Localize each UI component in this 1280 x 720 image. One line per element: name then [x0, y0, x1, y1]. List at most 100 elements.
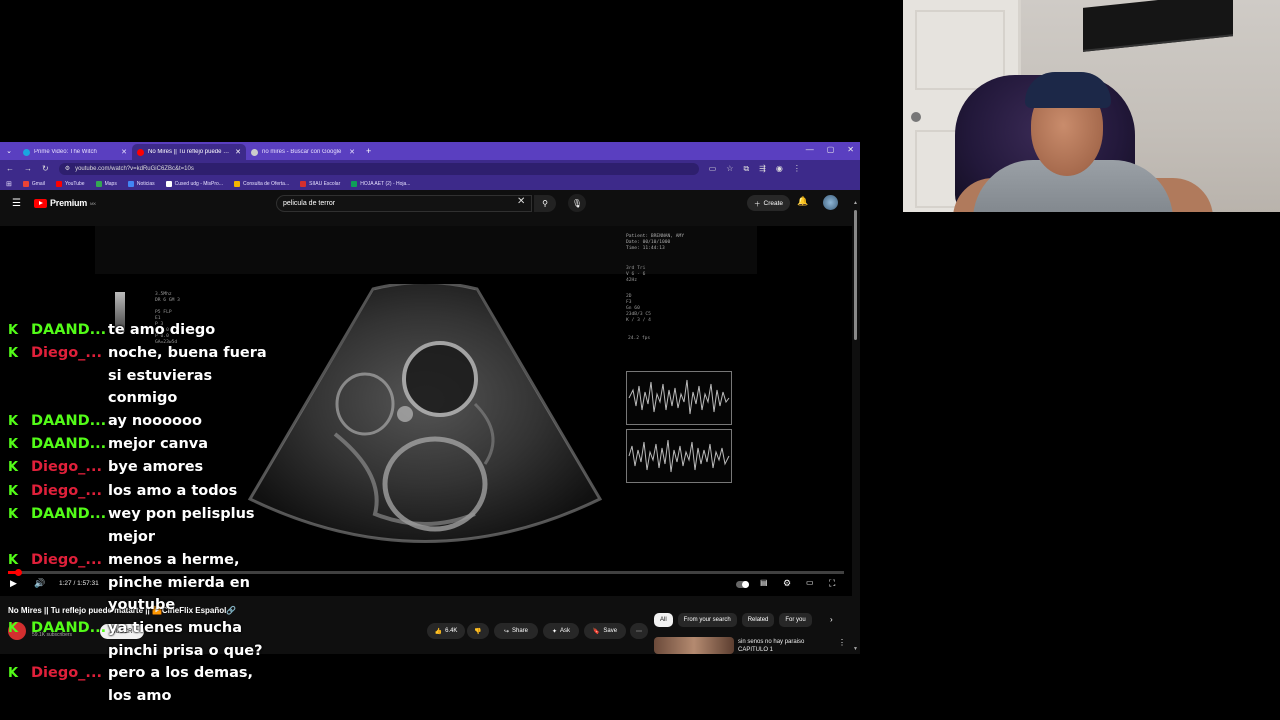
- more-vert-icon[interactable]: ⋮: [838, 638, 846, 647]
- kick-icon: K: [8, 484, 19, 499]
- thumbs-down-icon: 👎: [474, 628, 482, 635]
- menu-icon[interactable]: ⋮: [793, 164, 801, 174]
- mic-icon: 🎙: [571, 198, 583, 208]
- new-tab-button[interactable]: +: [366, 146, 371, 156]
- bookmark-hoja[interactable]: HOJA AET (2) - Hoja...: [351, 180, 410, 187]
- chat-message: K DAAND... wey pon pelisplus mejor: [0, 504, 280, 550]
- extensions-icon[interactable]: ⧉: [743, 164, 749, 174]
- voice-search-button[interactable]: 🎙: [568, 194, 586, 212]
- notifications-bell-icon[interactable]: 🔔: [797, 196, 808, 207]
- chat-message: K Diego_... menos a herme, pinche mierda e…: [0, 550, 280, 618]
- dislike-button[interactable]: 👎: [467, 623, 489, 639]
- recommendation-chips: All From your search Related For you: [654, 613, 812, 627]
- close-window-icon[interactable]: ✕: [847, 145, 854, 154]
- kick-icon: K: [8, 553, 19, 568]
- scroll-up-icon[interactable]: ▲: [853, 200, 858, 206]
- kick-icon: K: [8, 346, 19, 361]
- bookmark-siiau[interactable]: SIIAU Escolar: [300, 180, 340, 187]
- chat-username: DAAND...: [31, 506, 107, 522]
- close-icon[interactable]: ✕: [349, 148, 355, 156]
- create-button[interactable]: ＋ Create: [747, 195, 791, 211]
- avatar[interactable]: [823, 195, 838, 210]
- page-scrollbar[interactable]: ▲ ▼: [853, 200, 858, 652]
- chip-from-search[interactable]: From your search: [677, 613, 737, 627]
- ultrasound-image: [247, 284, 603, 543]
- chip-all[interactable]: All: [654, 613, 673, 627]
- chat-message: K DAAND... mejor canva: [0, 434, 280, 457]
- more-icon: ⋯: [636, 628, 642, 635]
- chat-username: DAAND...: [31, 620, 107, 636]
- chat-text: ya tienes mucha pinchi prisa o que?: [108, 620, 263, 659]
- kick-icon: K: [8, 666, 19, 681]
- more-actions-button[interactable]: ⋯: [630, 623, 648, 639]
- ultrasound-params: 3rd Tri V 6 - 6 42Hz: [626, 266, 646, 283]
- ask-button[interactable]: ✦ Ask: [543, 623, 579, 639]
- profile-icon[interactable]: ◉: [776, 164, 783, 174]
- chat-text: bye amores: [108, 459, 204, 475]
- chat-message: K Diego_... bye amores: [0, 457, 280, 481]
- maximize-icon[interactable]: ▢: [827, 145, 835, 154]
- settings-gear-icon[interactable]: ⚙: [783, 578, 791, 589]
- patient-info: Patient: BRENNAN, AMY Date: 00/10/1000 T…: [626, 234, 685, 251]
- chevron-right-icon[interactable]: ›: [830, 615, 833, 624]
- stream-chat-overlay: K DAAND... te amo diego K Diego_... noche, bu…: [0, 0, 280, 720]
- chat-message: K DAAND... te amo diego: [0, 320, 280, 343]
- minimize-icon[interactable]: —: [806, 145, 814, 154]
- share-label: Share: [512, 628, 529, 634]
- webcam-overlay: [903, 0, 1280, 212]
- tab-groups-icon[interactable]: ⇶: [759, 164, 766, 174]
- chat-message: K Diego_... los amo a todos: [0, 481, 280, 504]
- chat-text: mejor canva: [108, 436, 209, 452]
- share-icon: ↪: [503, 628, 509, 635]
- chat-username: DAAND...: [31, 413, 107, 429]
- chat-text: los amo a todos: [108, 483, 238, 499]
- save-label: Save: [603, 628, 618, 634]
- chat-text: ay noooooo: [108, 413, 202, 429]
- kick-icon: K: [8, 414, 19, 429]
- kick-icon: K: [8, 460, 19, 475]
- kick-icon: K: [8, 507, 19, 522]
- autoplay-toggle[interactable]: [736, 581, 749, 588]
- chat-text: menos a herme, pinche mierda en youtube: [108, 552, 250, 613]
- like-count: 6.4K: [445, 628, 458, 634]
- chat-username: DAAND...: [31, 322, 107, 338]
- chip-for-you[interactable]: For you: [779, 613, 812, 627]
- plus-icon: ＋: [754, 201, 761, 208]
- search-button[interactable]: ⚲: [534, 195, 556, 212]
- thumbs-up-icon: 👍: [434, 628, 443, 635]
- search-input[interactable]: pelicula de terror: [276, 195, 532, 212]
- scroll-down-icon[interactable]: ▼: [853, 646, 858, 652]
- like-button[interactable]: 👍 6.4K: [427, 623, 465, 639]
- chat-text: wey pon pelisplus mejor: [108, 506, 255, 545]
- chat-username: Diego_...: [31, 483, 102, 499]
- chat-message: K DAAND... ay noooooo: [0, 411, 280, 434]
- theater-mode-icon[interactable]: ▭: [806, 578, 814, 587]
- chat-message: K Diego_... noche, buena fuera si estuvier…: [0, 343, 280, 411]
- search-icon: ⚲: [542, 199, 548, 208]
- chat-username: Diego_...: [31, 345, 102, 361]
- page-icon: [300, 180, 307, 187]
- waveform-panel: [626, 371, 732, 425]
- clear-search-icon[interactable]: ✕: [517, 196, 525, 207]
- recommendation-title[interactable]: sin senos no hay paraiso CAPITULO 1: [738, 638, 828, 654]
- bookmark-icon: 🔖: [592, 628, 601, 635]
- captions-icon[interactable]: ▤: [760, 578, 768, 587]
- install-icon[interactable]: ▭: [709, 164, 717, 174]
- sparkle-icon: ✦: [551, 628, 557, 635]
- chat-message: K Diego_... pero a los demas, los amo: [0, 663, 280, 709]
- create-label: Create: [763, 199, 784, 207]
- chip-related[interactable]: Related: [741, 613, 775, 627]
- recommendation-thumbnail[interactable]: [654, 637, 734, 654]
- kick-icon: K: [8, 621, 19, 636]
- star-icon[interactable]: ☆: [726, 164, 733, 174]
- chat-username: Diego_...: [31, 459, 102, 475]
- scrollbar-thumb[interactable]: [854, 210, 857, 340]
- fullscreen-icon[interactable]: ⛶: [829, 578, 835, 589]
- share-button[interactable]: ↪ Share: [494, 623, 538, 639]
- fps-readout: 24.2 fps: [628, 336, 651, 341]
- save-button[interactable]: 🔖 Save: [584, 623, 626, 639]
- chat-text: te amo diego: [108, 322, 216, 338]
- kick-icon: K: [8, 323, 19, 338]
- kick-icon: K: [8, 437, 19, 452]
- chat-username: DAAND...: [31, 436, 107, 452]
